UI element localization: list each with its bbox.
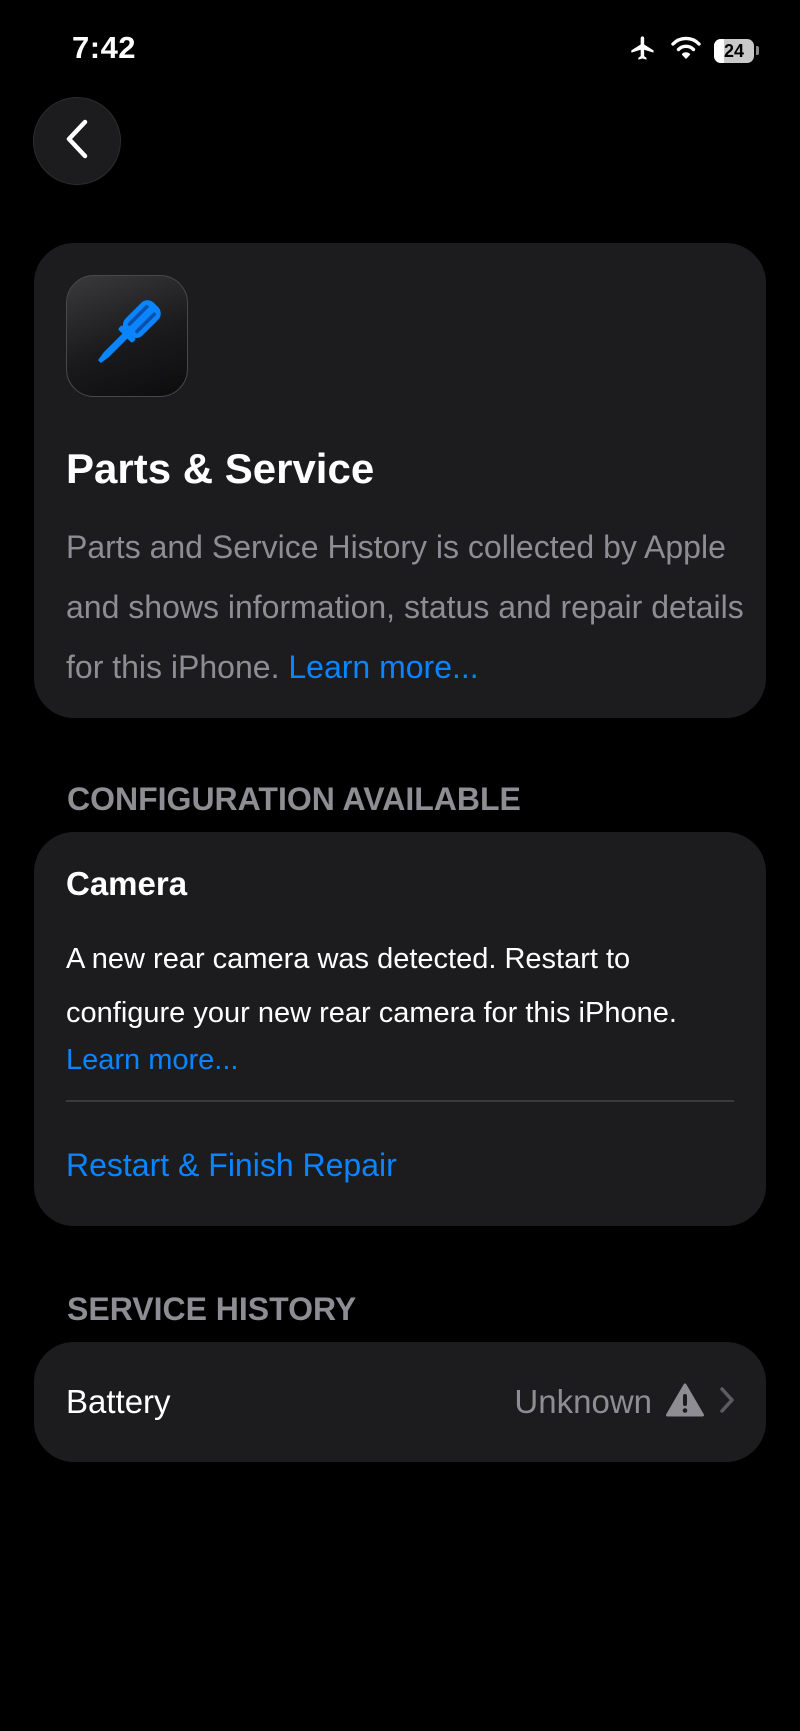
battery-history-row[interactable]: Battery Unknown [34,1342,766,1462]
camera-learn-more-link[interactable]: Learn more... [66,1040,238,1080]
battery-status-group: Unknown [514,1342,736,1462]
screwdriver-icon [84,291,170,382]
page-title: Parts & Service [66,445,375,492]
app-icon [66,275,188,397]
warning-icon [666,1383,704,1422]
hero-description: Parts and Service History is collected b… [66,517,746,697]
chevron-left-icon [64,118,90,165]
chevron-right-icon [718,1385,736,1420]
parts-service-card: Parts & Service Parts and Service Histor… [34,243,766,718]
restart-finish-repair-button[interactable]: Restart & Finish Repair [66,1122,397,1208]
battery-icon: 24 [714,38,760,63]
battery-label: Battery [66,1383,171,1420]
airplane-icon [628,34,658,67]
status-icons: 24 [628,34,760,67]
battery-percent: 24 [723,40,745,61]
wifi-icon [670,35,702,66]
camera-title: Camera [66,865,188,902]
configuration-card: Camera A new rear camera was detected. R… [34,832,766,1226]
camera-description: A new rear camera was detected. Restart … [66,943,677,1029]
service-history-section-header: SERVICE HISTORY [67,1291,357,1327]
battery-status: Unknown [514,1383,652,1420]
back-button[interactable] [33,97,121,185]
divider [66,1100,734,1102]
status-time: 7:42 [72,30,137,65]
status-bar: 7:42 24 [0,0,800,100]
configuration-section-header: CONFIGURATION AVAILABLE [67,781,521,817]
hero-learn-more-link[interactable]: Learn more... [288,649,478,685]
